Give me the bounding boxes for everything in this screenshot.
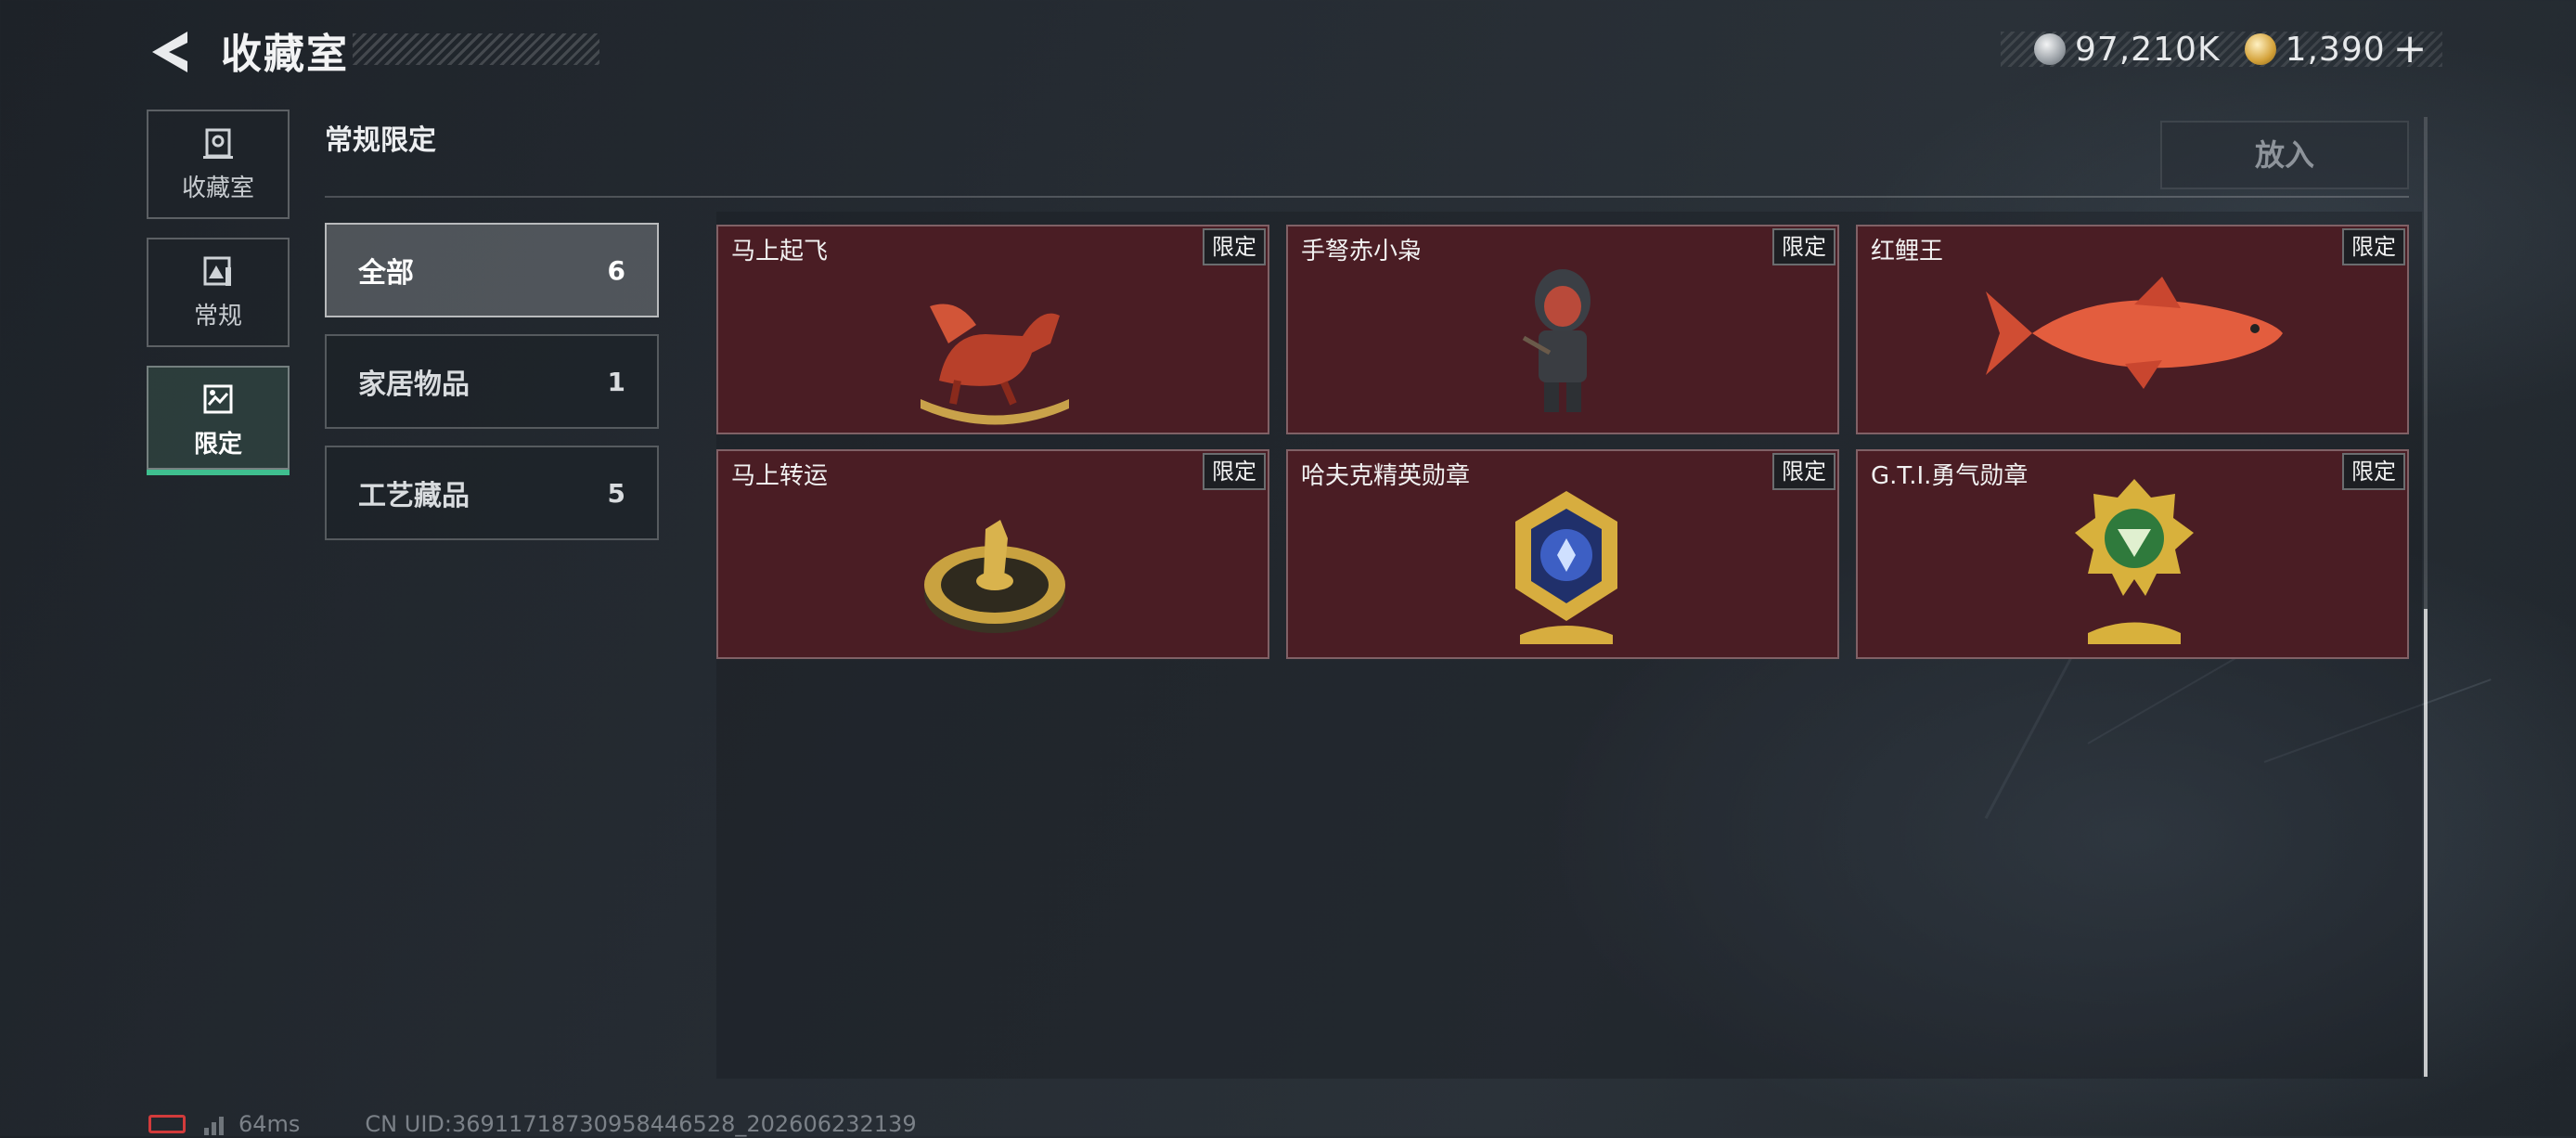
item-card[interactable]: 马上起飞 限定 [716, 225, 1269, 434]
item-card[interactable]: 哈夫克精英勋章 限定 [1286, 449, 1839, 659]
hooded-crossbow-figure-icon [1522, 269, 1591, 412]
item-card[interactable]: 红鲤王 限定 [1856, 225, 2409, 434]
gold-coin-icon [2244, 33, 2276, 65]
limited-tag: 限定 [1203, 228, 1266, 265]
collection-room-icon [203, 128, 233, 159]
divider [325, 196, 2409, 198]
filter-count: 6 [607, 254, 625, 286]
limited-icon [203, 384, 233, 414]
item-name: 红鲤王 [1871, 238, 1944, 265]
filter-count: 5 [607, 477, 625, 509]
item-name: 马上转运 [731, 462, 829, 490]
filter-household[interactable]: 家居物品 1 [325, 334, 659, 429]
item-card[interactable]: 马上转运 限定 [716, 449, 1269, 659]
horse-rocker-figure-icon [921, 304, 1069, 425]
rail-item-limited[interactable]: 限定 [147, 366, 290, 475]
title-decoration [353, 33, 599, 65]
add-currency-button[interactable]: + [2393, 29, 2428, 70]
status-bar: 64ms CN UID:369117187309584465​28_202606… [148, 1110, 917, 1138]
limited-tag: 限定 [2342, 228, 2405, 265]
battery-low-icon [148, 1115, 186, 1133]
green-gold-medal-icon [2075, 479, 2194, 644]
signal-icon [204, 1113, 224, 1135]
item-name: 哈夫克精英勋章 [1301, 462, 1471, 490]
red-carp-icon [1986, 277, 2283, 389]
back-arrow-icon [152, 32, 187, 72]
item-card[interactable]: G.T.I.勇气勋章 限定 [1856, 449, 2409, 659]
back-button[interactable] [147, 28, 191, 76]
item-name: 手弩赤小枭 [1301, 238, 1423, 265]
limited-tag: 限定 [1772, 228, 1835, 265]
rail-item-collection-room[interactable]: 收藏室 [147, 110, 290, 219]
limited-tag: 限定 [1203, 453, 1266, 490]
rail-item-label: 限定 [193, 431, 242, 459]
filter-label: 全部 [358, 257, 414, 290]
page-title: 收藏室 [221, 31, 349, 78]
regular-icon [203, 256, 231, 286]
rail-item-label: 收藏室 [181, 175, 254, 202]
latency-value: 64ms [238, 1111, 301, 1137]
place-in-button[interactable]: 放入 [2160, 121, 2409, 189]
filter-count: 1 [607, 366, 625, 397]
filter-crafts[interactable]: 工艺藏品 5 [325, 446, 659, 540]
currency-bar: 97,210K 1,390 + [2001, 29, 2442, 70]
item-name: 马上起飞 [731, 238, 829, 265]
uid-text: CN UID:369117187309584465​28_20260623213… [365, 1111, 917, 1137]
section-title: 常规限定 [325, 124, 436, 157]
limited-tag: 限定 [2342, 453, 2405, 490]
golden-horse-turntable-icon [924, 520, 1065, 633]
blue-gold-medal-icon [1515, 491, 1617, 644]
silver-currency-value: 97,210K [2075, 30, 2221, 69]
silver-coin-icon [2034, 33, 2066, 65]
filter-label: 工艺藏品 [358, 480, 470, 512]
item-name: G.T.I.勇气勋章 [1871, 462, 2029, 490]
filter-all[interactable]: 全部 6 [325, 223, 659, 317]
rail-item-label: 常规 [193, 303, 242, 330]
gold-currency-value: 1,390 [2285, 30, 2386, 69]
scrollbar-thumb[interactable] [2424, 609, 2428, 1077]
limited-tag: 限定 [1772, 453, 1835, 490]
item-card[interactable]: 手弩赤小枭 限定 [1286, 225, 1839, 434]
rail-item-regular[interactable]: 常规 [147, 238, 290, 347]
filter-label: 家居物品 [358, 369, 470, 401]
